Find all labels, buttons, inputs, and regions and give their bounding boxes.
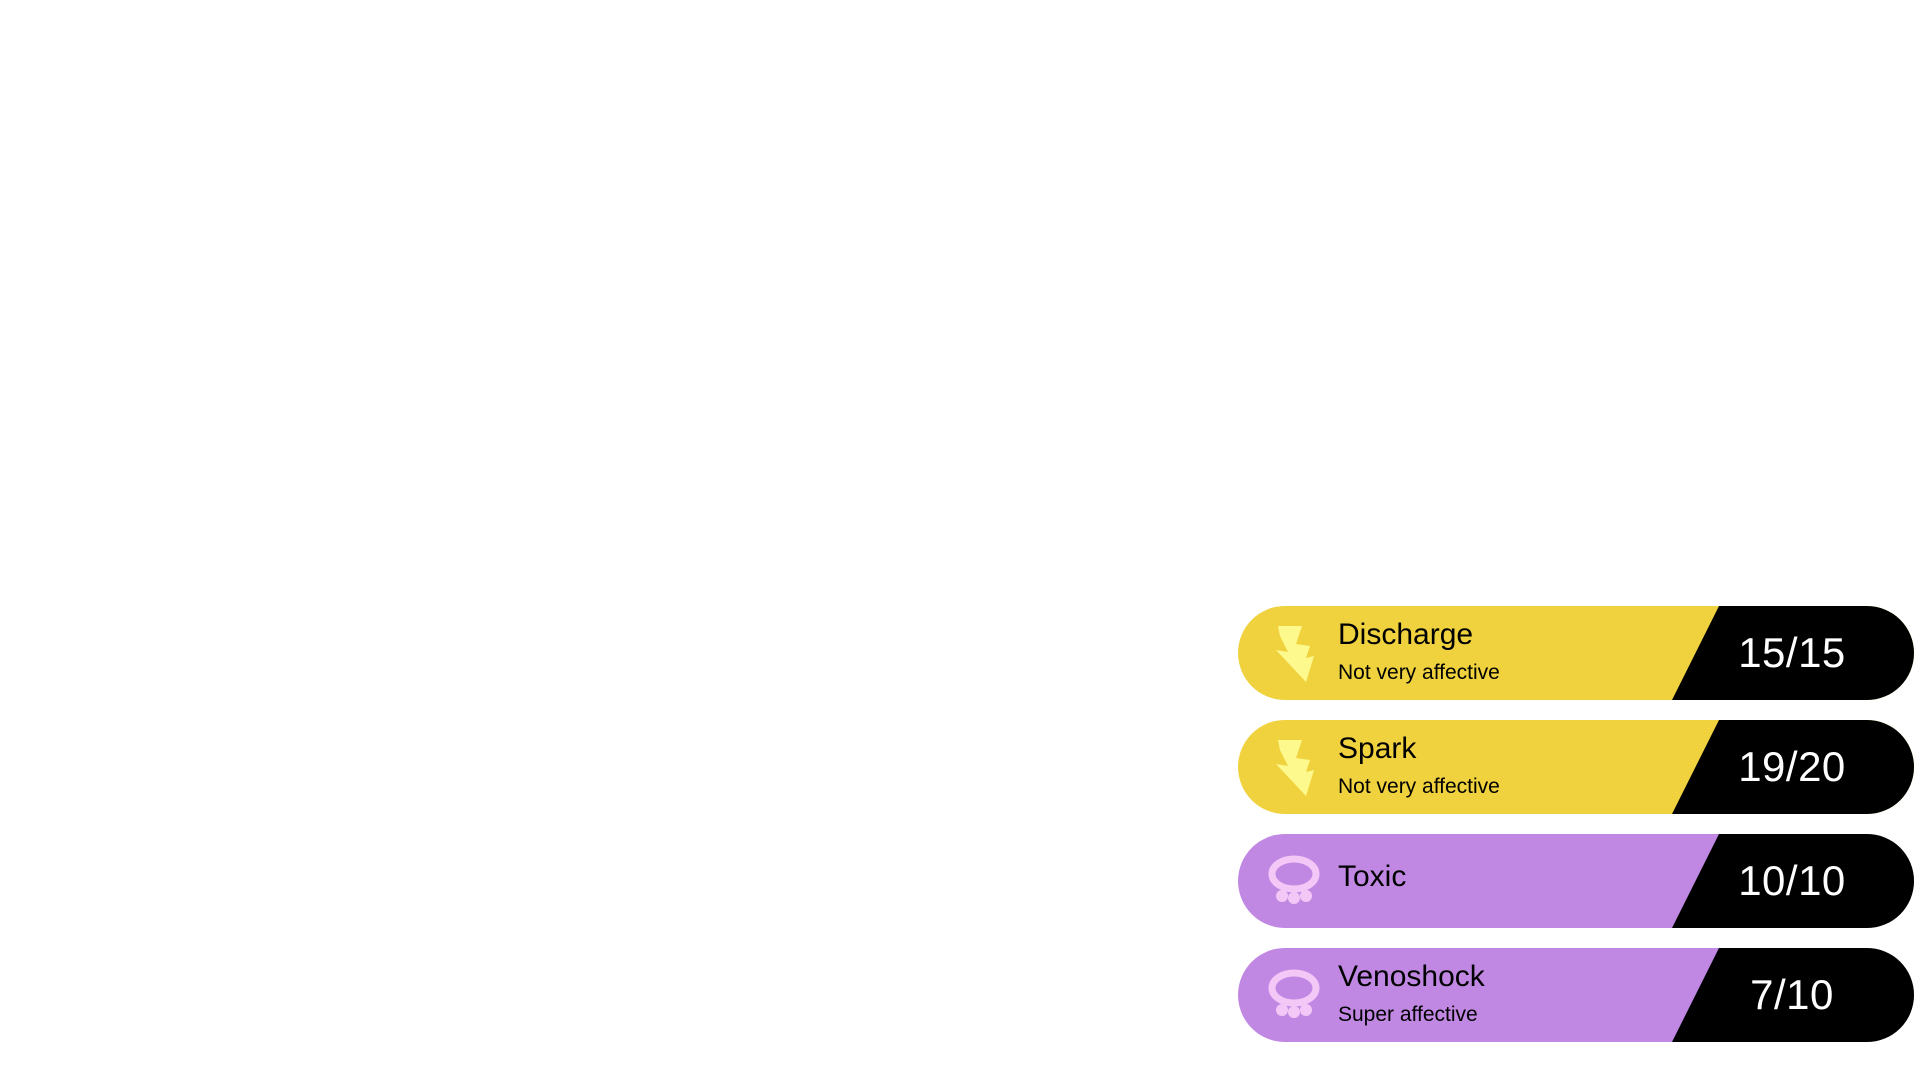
move-button-discharge[interactable]: Discharge Not very affective 15/15 (1238, 606, 1914, 700)
move-button-venoshock[interactable]: Venoshock Super affective 7/10 (1238, 948, 1914, 1042)
move-pp: 19/20 (1738, 743, 1846, 790)
move-name: Discharge (1338, 618, 1474, 651)
move-pp: 10/10 (1738, 857, 1846, 904)
move-effectiveness: Not very affective (1338, 661, 1500, 684)
move-name: Spark (1338, 732, 1417, 765)
move-button-toxic[interactable]: Toxic 10/10 (1238, 834, 1914, 928)
move-effectiveness: Not very affective (1338, 775, 1500, 798)
poison-skull-icon (1266, 852, 1322, 910)
move-button-spark[interactable]: Spark Not very affective 19/20 (1238, 720, 1914, 814)
move-effectiveness: Super affective (1338, 1003, 1478, 1026)
move-name: Venoshock (1338, 960, 1485, 993)
electric-bolt-icon (1266, 738, 1322, 796)
move-list: Discharge Not very affective 15/15 Spark… (1238, 606, 1914, 1062)
move-name: Toxic (1338, 860, 1407, 893)
electric-bolt-icon (1266, 624, 1322, 682)
move-pp: 7/10 (1750, 971, 1834, 1018)
poison-skull-icon (1266, 966, 1322, 1024)
move-pp: 15/15 (1738, 629, 1846, 676)
